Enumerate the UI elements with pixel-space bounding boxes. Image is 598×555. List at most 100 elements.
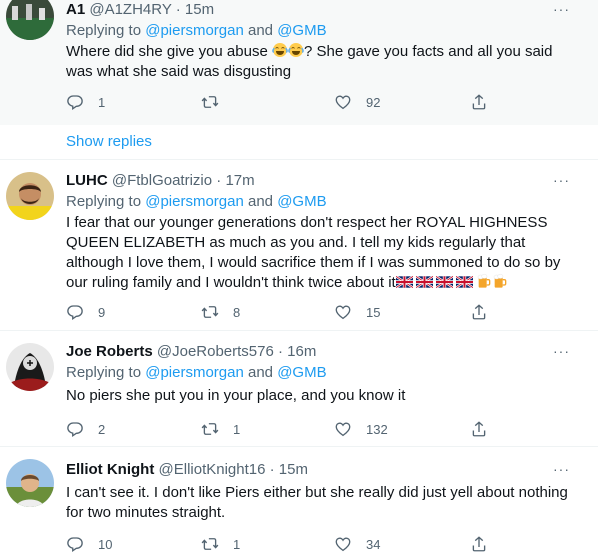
tweet-text: I can't see it. I don't like Piers eithe… <box>66 483 576 523</box>
user-handle[interactable]: @FtblGoatrizio <box>112 172 212 189</box>
tweet[interactable]: Elliot Knight @ElliotKnight16 · 15m ··· … <box>0 447 598 555</box>
user-handle[interactable]: @A1ZH4RY <box>89 1 171 18</box>
mention-link[interactable]: @piersmorgan <box>145 364 244 381</box>
tears-of-joy-icon <box>288 42 304 58</box>
uk-flag-icon <box>456 276 473 288</box>
replying-to: Replying to @piersmorgan and @GMB <box>66 22 327 39</box>
like-count: 92 <box>366 94 381 110</box>
like-count: 34 <box>366 536 381 552</box>
retweet-button[interactable]: 8 <box>201 302 240 322</box>
mention-link[interactable]: @GMB <box>277 193 326 210</box>
mention-link[interactable]: @piersmorgan <box>145 193 244 210</box>
tweet-header: A1 @A1ZH4RY · 15m <box>66 1 214 18</box>
mention-link[interactable]: @GMB <box>277 364 326 381</box>
like-button[interactable]: 92 <box>334 92 380 112</box>
avatar[interactable] <box>6 459 54 507</box>
tweet-text-part: No piers she put you in your place, and … <box>66 387 406 404</box>
like-icon <box>334 93 352 111</box>
like-button[interactable]: 34 <box>334 534 380 554</box>
avatar[interactable] <box>6 0 54 40</box>
reply-button[interactable]: 2 <box>66 419 105 439</box>
like-button[interactable]: 15 <box>334 302 380 322</box>
like-button[interactable]: 132 <box>334 419 388 439</box>
mention-separator: and <box>248 193 274 210</box>
more-options-icon[interactable]: ··· <box>553 172 570 188</box>
like-count: 132 <box>366 421 388 437</box>
tweet-text: Where did she give you abuse ? She gave … <box>66 42 576 82</box>
share-icon <box>470 303 488 321</box>
display-name[interactable]: Elliot Knight <box>66 461 154 478</box>
uk-flag-icon <box>416 276 433 288</box>
avatar[interactable] <box>6 343 54 391</box>
retweet-button[interactable]: 1 <box>201 419 240 439</box>
mention-separator: and <box>248 22 274 39</box>
reply-count: 2 <box>98 421 106 437</box>
display-name[interactable]: Joe Roberts <box>66 343 153 360</box>
retweet-icon <box>201 535 219 553</box>
tweet[interactable]: LUHC @FtblGoatrizio · 17m ··· Replying t… <box>0 160 598 330</box>
show-replies-link[interactable]: Show replies <box>66 133 152 150</box>
retweet-count: 1 <box>233 536 241 552</box>
tweet-text: I fear that our younger generations don'… <box>66 213 576 293</box>
avatar[interactable] <box>6 172 54 220</box>
mention-link[interactable]: @piersmorgan <box>145 22 244 39</box>
replying-to: Replying to @piersmorgan and @GMB <box>66 193 327 210</box>
mention-separator: and <box>248 364 274 381</box>
share-icon <box>470 93 488 111</box>
retweet-count: 1 <box>233 421 241 437</box>
retweet-icon <box>201 420 219 438</box>
tweet-actions: 10 1 34 <box>66 534 506 554</box>
display-name[interactable]: LUHC <box>66 172 108 189</box>
tweet[interactable]: Joe Roberts @JoeRoberts576 · 16m ··· Rep… <box>0 331 598 446</box>
more-options-icon[interactable]: ··· <box>553 461 570 477</box>
timestamp[interactable]: · 15m <box>270 461 308 478</box>
tweet-actions: 2 1 132 <box>66 419 506 439</box>
share-icon <box>470 535 488 553</box>
reply-icon <box>66 420 84 438</box>
share-button[interactable] <box>470 92 488 112</box>
more-options-icon[interactable]: ··· <box>553 343 570 359</box>
timestamp[interactable]: · 15m <box>176 1 214 18</box>
replying-to: Replying to @piersmorgan and @GMB <box>66 364 327 381</box>
more-options-icon[interactable]: ··· <box>553 1 570 17</box>
like-icon <box>334 303 352 321</box>
share-button[interactable] <box>470 419 488 439</box>
tears-of-joy-icon <box>272 42 288 58</box>
reply-count: 9 <box>98 304 106 320</box>
reply-button[interactable]: 9 <box>66 302 105 322</box>
retweet-icon <box>201 303 219 321</box>
tweet-text: No piers she put you in your place, and … <box>66 386 576 406</box>
timestamp[interactable]: · 17m <box>216 172 254 189</box>
tweet-text-part: Where did she give you abuse <box>66 43 272 60</box>
like-icon <box>334 420 352 438</box>
reply-button[interactable]: 10 <box>66 534 112 554</box>
tweet-header: Elliot Knight @ElliotKnight16 · 15m <box>66 461 308 478</box>
reply-count: 10 <box>98 536 113 552</box>
uk-flag-icon <box>436 276 453 288</box>
mention-link[interactable]: @GMB <box>277 22 326 39</box>
display-name[interactable]: A1 <box>66 1 85 18</box>
share-button[interactable] <box>470 302 488 322</box>
tweet-header: LUHC @FtblGoatrizio · 17m <box>66 172 255 189</box>
retweet-button[interactable]: 1 <box>201 534 240 554</box>
reply-count: 1 <box>98 94 106 110</box>
replying-label: Replying to <box>66 193 142 210</box>
like-icon <box>334 535 352 553</box>
share-button[interactable] <box>470 534 488 554</box>
user-handle[interactable]: @JoeRoberts576 <box>157 343 274 360</box>
retweet-icon <box>201 93 219 111</box>
tweet[interactable]: A1 @A1ZH4RY · 15m ··· Replying to @piers… <box>0 0 598 125</box>
tweet-header: Joe Roberts @JoeRoberts576 · 16m <box>66 343 316 360</box>
retweet-count: 8 <box>233 304 241 320</box>
beer-mug-icon <box>476 273 492 289</box>
reply-icon <box>66 303 84 321</box>
reply-icon <box>66 93 84 111</box>
retweet-button[interactable] <box>201 92 233 112</box>
reply-icon <box>66 535 84 553</box>
tweet-text-part: I can't see it. I don't like Piers eithe… <box>66 484 568 521</box>
timestamp[interactable]: · 16m <box>278 343 316 360</box>
reply-button[interactable]: 1 <box>66 92 105 112</box>
user-handle[interactable]: @ElliotKnight16 <box>159 461 266 478</box>
replying-label: Replying to <box>66 364 142 381</box>
replying-label: Replying to <box>66 22 142 39</box>
